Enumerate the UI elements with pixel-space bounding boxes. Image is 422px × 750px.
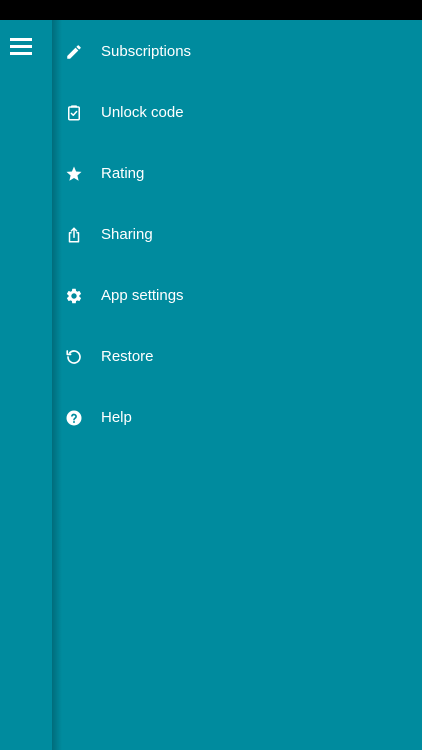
gear-icon [65,287,83,305]
menu-item-help[interactable]: Help [52,387,422,448]
menu-item-label: Subscriptions [101,43,192,60]
menu-item-rating[interactable]: Rating [52,143,422,204]
menu-item-label: Restore [101,348,154,365]
status-bar [0,0,422,20]
menu-item-label: Sharing [101,226,153,243]
restore-icon [65,348,83,366]
menu-item-unlock-code[interactable]: Unlock code [52,82,422,143]
help-icon [65,409,83,427]
hamburger-menu-icon[interactable] [10,38,32,56]
navigation-menu: Subscriptions Unlock code Rating Sharing… [52,21,422,448]
menu-item-label: Help [101,409,132,426]
menu-item-label: Rating [101,165,145,182]
side-rail [0,20,62,750]
menu-item-subscriptions[interactable]: Subscriptions [52,21,422,82]
menu-item-restore[interactable]: Restore [52,326,422,387]
share-icon [65,226,83,244]
hamburger-line [10,52,32,55]
pencil-icon [65,43,83,61]
menu-item-label: Unlock code [101,104,184,121]
menu-item-sharing[interactable]: Sharing [52,204,422,265]
clipboard-check-icon [65,104,83,122]
hamburger-line [10,45,32,48]
menu-item-app-settings[interactable]: App settings [52,265,422,326]
star-icon [65,165,83,183]
hamburger-line [10,38,32,41]
menu-item-label: App settings [101,287,184,304]
